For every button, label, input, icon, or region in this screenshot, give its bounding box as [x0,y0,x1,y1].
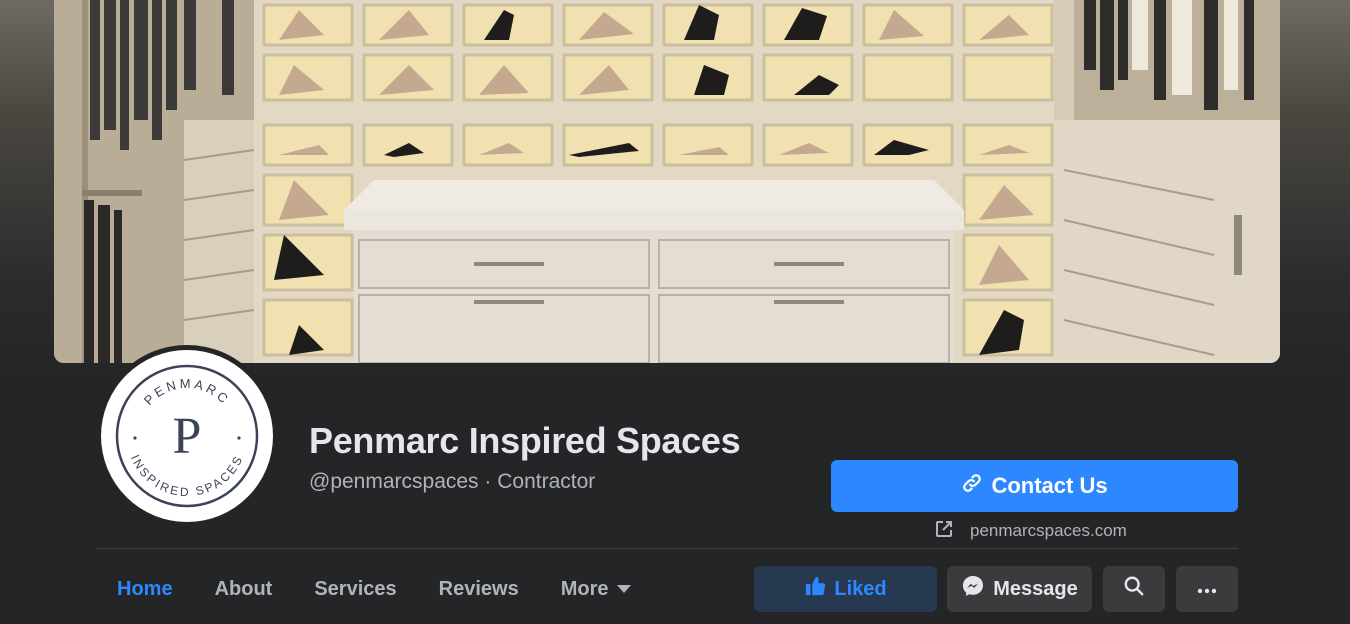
page-title: Penmarc Inspired Spaces [309,420,741,461]
tab-about-label: About [214,577,273,600]
liked-button[interactable]: Liked [754,566,937,612]
contact-us-button[interactable]: Contact Us [831,460,1238,512]
thumbs-up-icon [804,575,826,603]
search-button[interactable] [1103,566,1165,612]
tab-about[interactable]: About [194,566,294,612]
subtitle-separator: · [484,470,492,493]
message-button[interactable]: Message [947,566,1092,612]
page-handle: @penmarcspaces [309,470,479,493]
message-label: Message [993,577,1078,600]
penmarc-logo: PENMARC INSPIRED SPACES P [115,364,259,508]
tab-services-label: Services [314,577,397,600]
search-icon [1123,575,1145,603]
tab-home-label: Home [117,577,173,600]
external-link-icon [934,519,954,544]
more-options-button[interactable] [1176,566,1238,612]
contact-us-label: Contact Us [991,473,1108,498]
tab-reviews-label: Reviews [438,577,519,600]
ellipsis-icon [1196,578,1218,601]
page-category[interactable]: Contractor [497,470,595,493]
website-label: penmarcspaces.com [970,521,1127,540]
avatar[interactable]: PENMARC INSPIRED SPACES P [101,350,273,522]
cover-photo[interactable] [54,0,1280,363]
messenger-icon [961,574,985,604]
link-icon [961,472,983,500]
svg-text:P: P [173,408,202,465]
website-link[interactable]: penmarcspaces.com [934,520,1127,542]
page-tabs: Home About Services Reviews More [96,566,652,612]
tab-more[interactable]: More [540,566,652,612]
header-divider [96,548,1238,549]
tab-services[interactable]: Services [293,566,417,612]
tab-reviews[interactable]: Reviews [418,566,540,612]
closet-photo [54,0,1280,363]
page-subtitle: @penmarcspaces · Contractor [309,470,595,494]
tab-home[interactable]: Home [96,566,194,612]
liked-label: Liked [834,577,887,600]
tab-more-label: More [560,577,609,600]
caret-down-icon [616,585,631,593]
